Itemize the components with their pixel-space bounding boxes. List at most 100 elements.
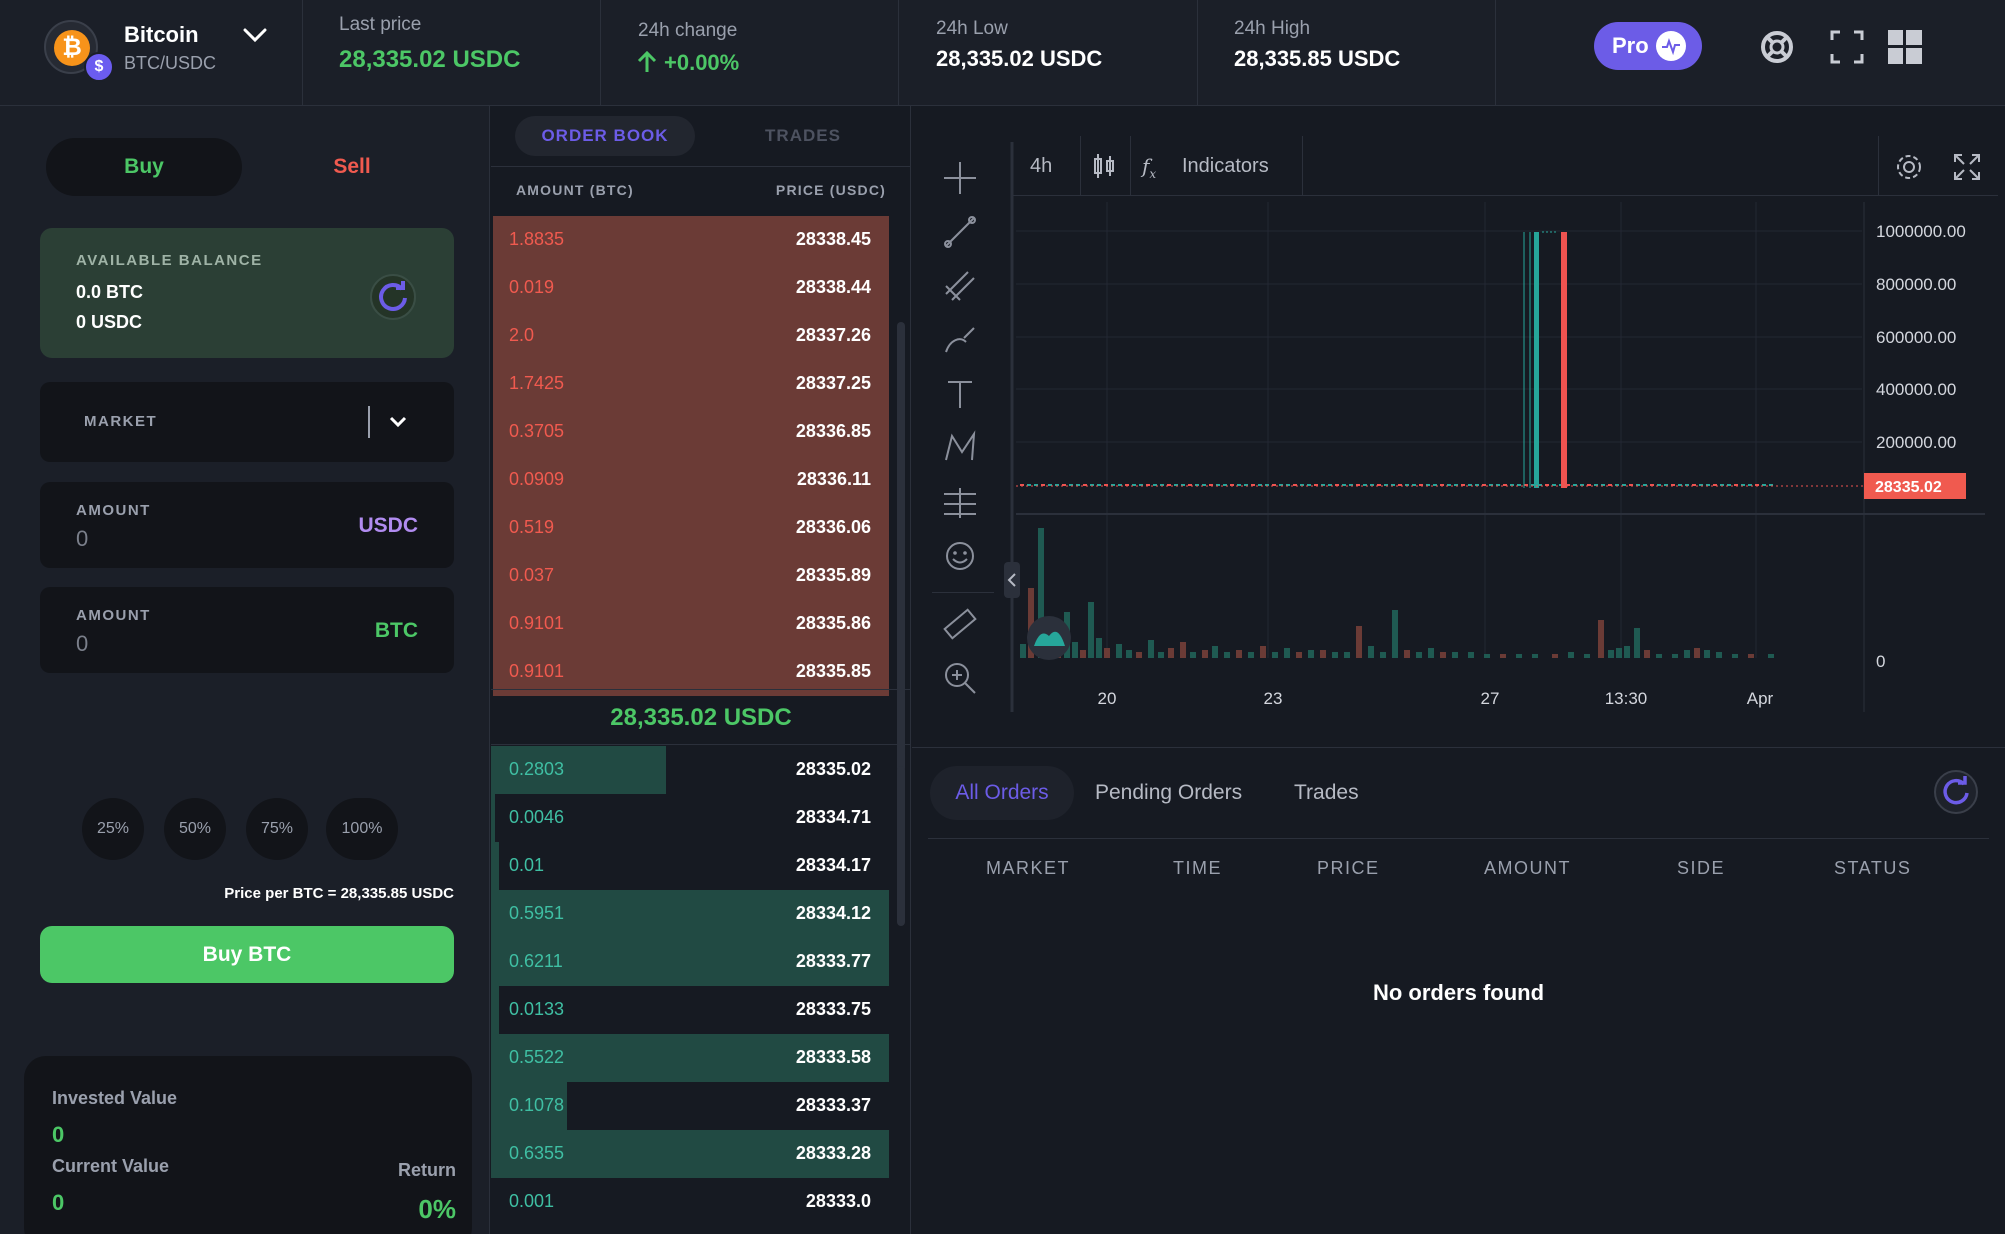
ask-row[interactable]: 0.037 28335.89: [491, 552, 889, 600]
collapse-toolbar-handle: [1004, 562, 1020, 598]
tab-trades[interactable]: Trades: [1294, 766, 1359, 820]
ask-row[interactable]: 0.0909 28336.11: [491, 456, 889, 504]
volume-bar: [1532, 654, 1538, 658]
volume-bar: [1148, 640, 1154, 658]
volume-bar: [1096, 638, 1102, 658]
bid-row[interactable]: 0.1078 28333.37: [491, 1082, 889, 1130]
divider: [368, 406, 370, 438]
refresh-icon: [1943, 776, 1969, 805]
order-type-select[interactable]: MARKET: [40, 382, 454, 462]
bid-price: 28333.0: [805, 1191, 871, 1211]
volume-bar: [1616, 648, 1622, 658]
pro-button[interactable]: Pro: [1594, 22, 1702, 70]
investment-card: Invested Value 0 Current Value 0 Return …: [24, 1056, 472, 1234]
current-value-label: Current Value: [52, 1156, 170, 1176]
volume-bar: [1248, 652, 1254, 658]
tab-pending-orders[interactable]: Pending Orders: [1095, 766, 1242, 820]
chevron-down-icon[interactable]: [240, 22, 270, 50]
bid-price: 28333.28: [795, 1143, 871, 1163]
ask-price: 28335.89: [795, 565, 871, 585]
tab-trades[interactable]: TRADES: [713, 116, 893, 156]
bid-row[interactable]: 0.6355 28333.28: [491, 1130, 889, 1178]
ask-row[interactable]: 1.7425 28337.25: [491, 360, 889, 408]
bid-row[interactable]: 0.001 28333.0: [491, 1178, 889, 1226]
refresh-balance-button[interactable]: [370, 274, 416, 320]
ask-row[interactable]: 0.019 28338.44: [491, 264, 889, 312]
bid-row[interactable]: 0.0133 28333.75: [491, 986, 889, 1034]
volume-bar: [1584, 654, 1590, 658]
buy-btc-button[interactable]: Buy BTC: [40, 926, 454, 983]
volume-bar: [1284, 648, 1290, 658]
amount-usdc-input[interactable]: 0: [76, 526, 88, 552]
volume-bar: [1072, 642, 1078, 658]
x-tick-label: Apr: [1747, 689, 1774, 708]
ask-price: 28337.25: [795, 373, 871, 393]
support-icon[interactable]: [1758, 28, 1796, 66]
last-price-tag-label: 28335.02: [1875, 479, 1942, 496]
amount-usdc-label: AMOUNT: [76, 502, 151, 519]
percent-100-button[interactable]: 100%: [326, 798, 398, 860]
volume-bar: [1694, 648, 1700, 658]
bitcoin-logo-icon: ₿ $: [44, 20, 114, 82]
volume-bar: [1236, 650, 1242, 658]
candlestick-chart[interactable]: 1000000.00800000.00600000.00400000.00200…: [912, 106, 2005, 748]
bid-amount: 0.001: [509, 1191, 555, 1211]
ask-amount: 1.8835: [509, 229, 565, 249]
y-tick-label: 1000000.00: [1876, 222, 1966, 241]
divider: [491, 166, 911, 167]
percent-50-button[interactable]: 50%: [164, 798, 226, 860]
arrow-up-icon: [637, 50, 657, 72]
percent-25-button[interactable]: 25%: [82, 798, 144, 860]
ask-row[interactable]: 0.3705 28336.85: [491, 408, 889, 456]
bid-row[interactable]: 0.2803 28335.02: [491, 746, 889, 794]
ask-price: 28336.85: [795, 421, 871, 441]
coin-name[interactable]: Bitcoin: [124, 22, 199, 48]
buy-tab[interactable]: Buy: [46, 138, 242, 196]
refresh-orders-button[interactable]: [1934, 770, 1978, 814]
layout-icon[interactable]: [1886, 28, 1924, 66]
divider: [928, 838, 1989, 839]
fullscreen-icon[interactable]: [1828, 28, 1866, 66]
amount-btc-field[interactable]: AMOUNT 0 BTC: [40, 587, 454, 673]
tab-all-orders[interactable]: All Orders: [930, 766, 1074, 820]
volume-bar: [1634, 628, 1640, 658]
ask-row[interactable]: 0.9101 28335.86: [491, 600, 889, 648]
bid-row[interactable]: 0.0046 28334.71: [491, 794, 889, 842]
bid-row[interactable]: 0.5522 28333.58: [491, 1034, 889, 1082]
tab-order-book[interactable]: ORDER BOOK: [515, 116, 695, 156]
bid-row[interactable]: 0.01 28334.17: [491, 842, 889, 890]
volume-bar: [1080, 650, 1086, 658]
ask-row[interactable]: 2.0 28337.26: [491, 312, 889, 360]
high-24h-value: 28,335.85 USDC: [1234, 46, 1401, 71]
bid-price: 28334.17: [795, 855, 871, 875]
volume-bar: [1136, 652, 1142, 658]
coin-pair: BTC/USDC: [124, 53, 217, 73]
bid-row[interactable]: 0.6211 28333.77: [491, 938, 889, 986]
ask-row[interactable]: 0.519 28336.06: [491, 504, 889, 552]
amount-usdc-field[interactable]: AMOUNT 0 USDC: [40, 482, 454, 568]
volume-bar: [1428, 648, 1434, 658]
volume-bar: [1732, 654, 1738, 658]
ask-amount: 0.019: [509, 277, 555, 297]
sell-tab[interactable]: Sell: [254, 138, 450, 196]
bid-amount: 0.5951: [509, 903, 565, 923]
bid-scrollbar[interactable]: [897, 766, 905, 926]
low-24h-label: 24h Low: [936, 18, 1008, 39]
last-price-value: 28,335.02 USDC: [339, 46, 521, 73]
ask-scrollbar[interactable]: [897, 322, 905, 772]
percent-75-button[interactable]: 75%: [246, 798, 308, 860]
ask-row[interactable]: 1.8835 28338.45: [491, 216, 889, 264]
amount-column-header: AMOUNT: [1484, 858, 1571, 878]
ask-price: 28336.06: [795, 517, 871, 537]
bid-price: 28333.77: [795, 951, 871, 971]
volume-bar: [1748, 654, 1754, 658]
ask-price: 28335.86: [795, 613, 871, 633]
invested-value-label: Invested Value: [52, 1088, 178, 1108]
volume-bar: [1598, 620, 1604, 658]
bid-row[interactable]: 0.5951 28334.12: [491, 890, 889, 938]
volume-bar: [1416, 652, 1422, 658]
volume-bar: [1344, 652, 1350, 658]
x-tick-label: 20: [1098, 689, 1117, 708]
amount-btc-input[interactable]: 0: [76, 631, 88, 657]
volume-bar: [1020, 644, 1026, 658]
